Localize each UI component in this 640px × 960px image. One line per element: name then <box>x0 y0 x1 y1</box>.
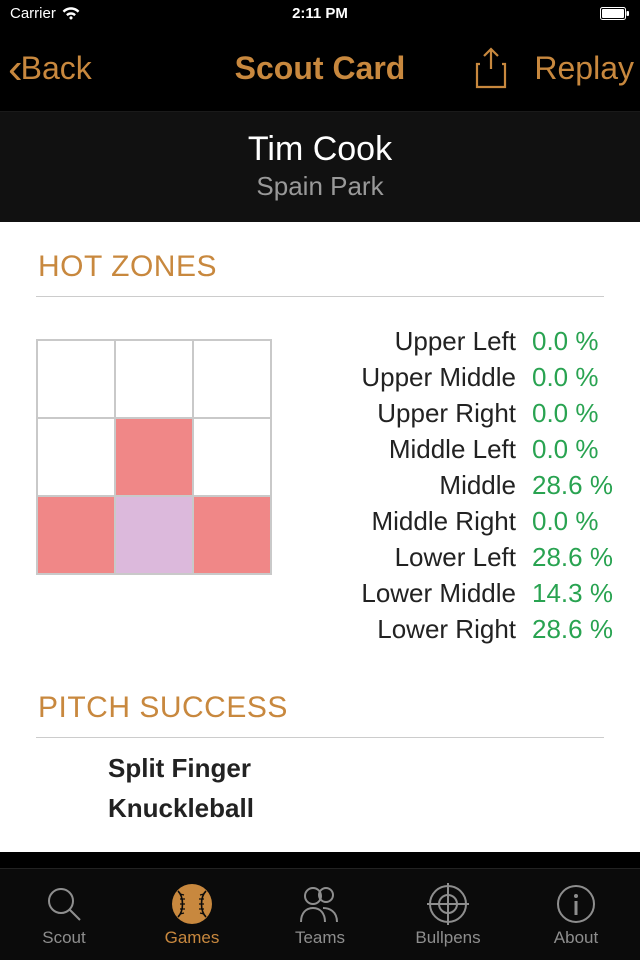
baseball-icon <box>170 882 214 926</box>
carrier-label: Carrier <box>10 5 56 22</box>
page-title: Scout Card <box>235 50 406 87</box>
tab-bullpens[interactable]: Bullpens <box>388 882 508 948</box>
zone-stat-label: Middle <box>439 467 516 503</box>
zone-stat-row: Lower Left 28.6 % <box>282 539 620 575</box>
zone-stat-label: Lower Right <box>377 611 516 647</box>
target-icon <box>426 882 470 926</box>
zone-cell-6 <box>38 497 114 573</box>
back-label: Back <box>21 50 92 87</box>
tab-label: Games <box>165 928 220 948</box>
search-icon <box>42 882 86 926</box>
status-time: 2:11 PM <box>292 5 348 22</box>
pitch-success-body: Split FingerKnuckleball <box>0 738 640 828</box>
zone-stat-value: 0.0 % <box>528 359 620 395</box>
zone-cell-3 <box>38 419 114 495</box>
hot-zones-title: HOT ZONES <box>0 222 640 296</box>
wifi-icon <box>62 7 80 20</box>
zone-cell-0 <box>38 341 114 417</box>
tab-about[interactable]: About <box>516 882 636 948</box>
tab-games[interactable]: Games <box>132 882 252 948</box>
nav-right: Replay <box>474 47 634 91</box>
zone-stat-label: Upper Middle <box>361 359 516 395</box>
zone-stats: Upper Left0.0 %Upper Middle0.0 %Upper Ri… <box>282 323 620 647</box>
content-scroll[interactable]: HOT ZONES Upper Left 0.0 % Upper Middle 0.0… <box>0 222 640 852</box>
status-left: Carrier <box>10 5 80 22</box>
status-bar: Carrier 2:11 PM <box>0 0 640 26</box>
zone-stat-label: Middle Right <box>371 503 516 539</box>
zone-stat-row: Middle 28.6 % <box>282 467 620 503</box>
player-team: Spain Park <box>0 171 640 202</box>
zone-stat-value: 0.0 % <box>528 503 620 539</box>
tab-teams[interactable]: Teams <box>260 882 380 948</box>
zone-stat-label: Lower Left <box>395 539 516 575</box>
pitch-item: Split Finger <box>0 748 640 788</box>
zone-stat-value: 0.0 % <box>528 323 620 359</box>
zone-stat-row: Upper Left 0.0 % <box>282 323 620 359</box>
zone-stat-row: Lower Middle 14.3 % <box>282 575 620 611</box>
people-icon <box>298 882 342 926</box>
zone-stat-value: 28.6 % <box>528 467 620 503</box>
tab-scout[interactable]: Scout <box>4 882 124 948</box>
zone-stat-row: Middle Right 0.0 % <box>282 503 620 539</box>
zone-stat-value: 14.3 % <box>528 575 620 611</box>
zone-stat-value: 28.6 % <box>528 539 620 575</box>
pitch-success-title: PITCH SUCCESS <box>0 647 640 737</box>
info-icon <box>554 882 598 926</box>
share-button[interactable] <box>474 47 510 91</box>
zone-stat-row: Middle Left 0.0 % <box>282 431 620 467</box>
zone-stat-value: 28.6 % <box>528 611 620 647</box>
zone-stat-label: Middle Left <box>389 431 516 467</box>
zone-cell-7 <box>116 497 192 573</box>
zone-stat-row: Upper Right 0.0 % <box>282 395 620 431</box>
player-name: Tim Cook <box>0 130 640 169</box>
zone-cell-4 <box>116 419 192 495</box>
hot-zones-body: Upper Left0.0 %Upper Middle0.0 %Upper Ri… <box>0 297 640 647</box>
tab-bar: Scout Games Teams Bullpens About <box>0 868 640 960</box>
zone-stat-value: 0.0 % <box>528 395 620 431</box>
status-right <box>600 7 630 20</box>
zone-grid <box>36 339 272 575</box>
back-button[interactable]: ‹ Back <box>8 47 92 91</box>
tab-label: Teams <box>295 928 345 948</box>
pitch-item: Knuckleball <box>0 788 640 828</box>
zone-stat-label: Lower Middle <box>361 575 516 611</box>
tab-label: Bullpens <box>415 928 480 948</box>
zone-stat-label: Upper Right <box>377 395 516 431</box>
zone-stat-row: Lower Right 28.6 % <box>282 611 620 647</box>
replay-button[interactable]: Replay <box>534 50 634 87</box>
nav-bar: ‹ Back Scout Card Replay <box>0 26 640 112</box>
tab-label: Scout <box>42 928 85 948</box>
battery-icon <box>600 7 630 20</box>
zone-cell-5 <box>194 419 270 495</box>
player-header: Tim Cook Spain Park <box>0 112 640 222</box>
zone-stat-label: Upper Left <box>395 323 516 359</box>
zone-cell-8 <box>194 497 270 573</box>
zone-stat-row: Upper Middle 0.0 % <box>282 359 620 395</box>
zone-grid-wrap <box>36 323 272 647</box>
zone-stat-value: 0.0 % <box>528 431 620 467</box>
zone-cell-1 <box>116 341 192 417</box>
zone-cell-2 <box>194 341 270 417</box>
tab-label: About <box>554 928 598 948</box>
